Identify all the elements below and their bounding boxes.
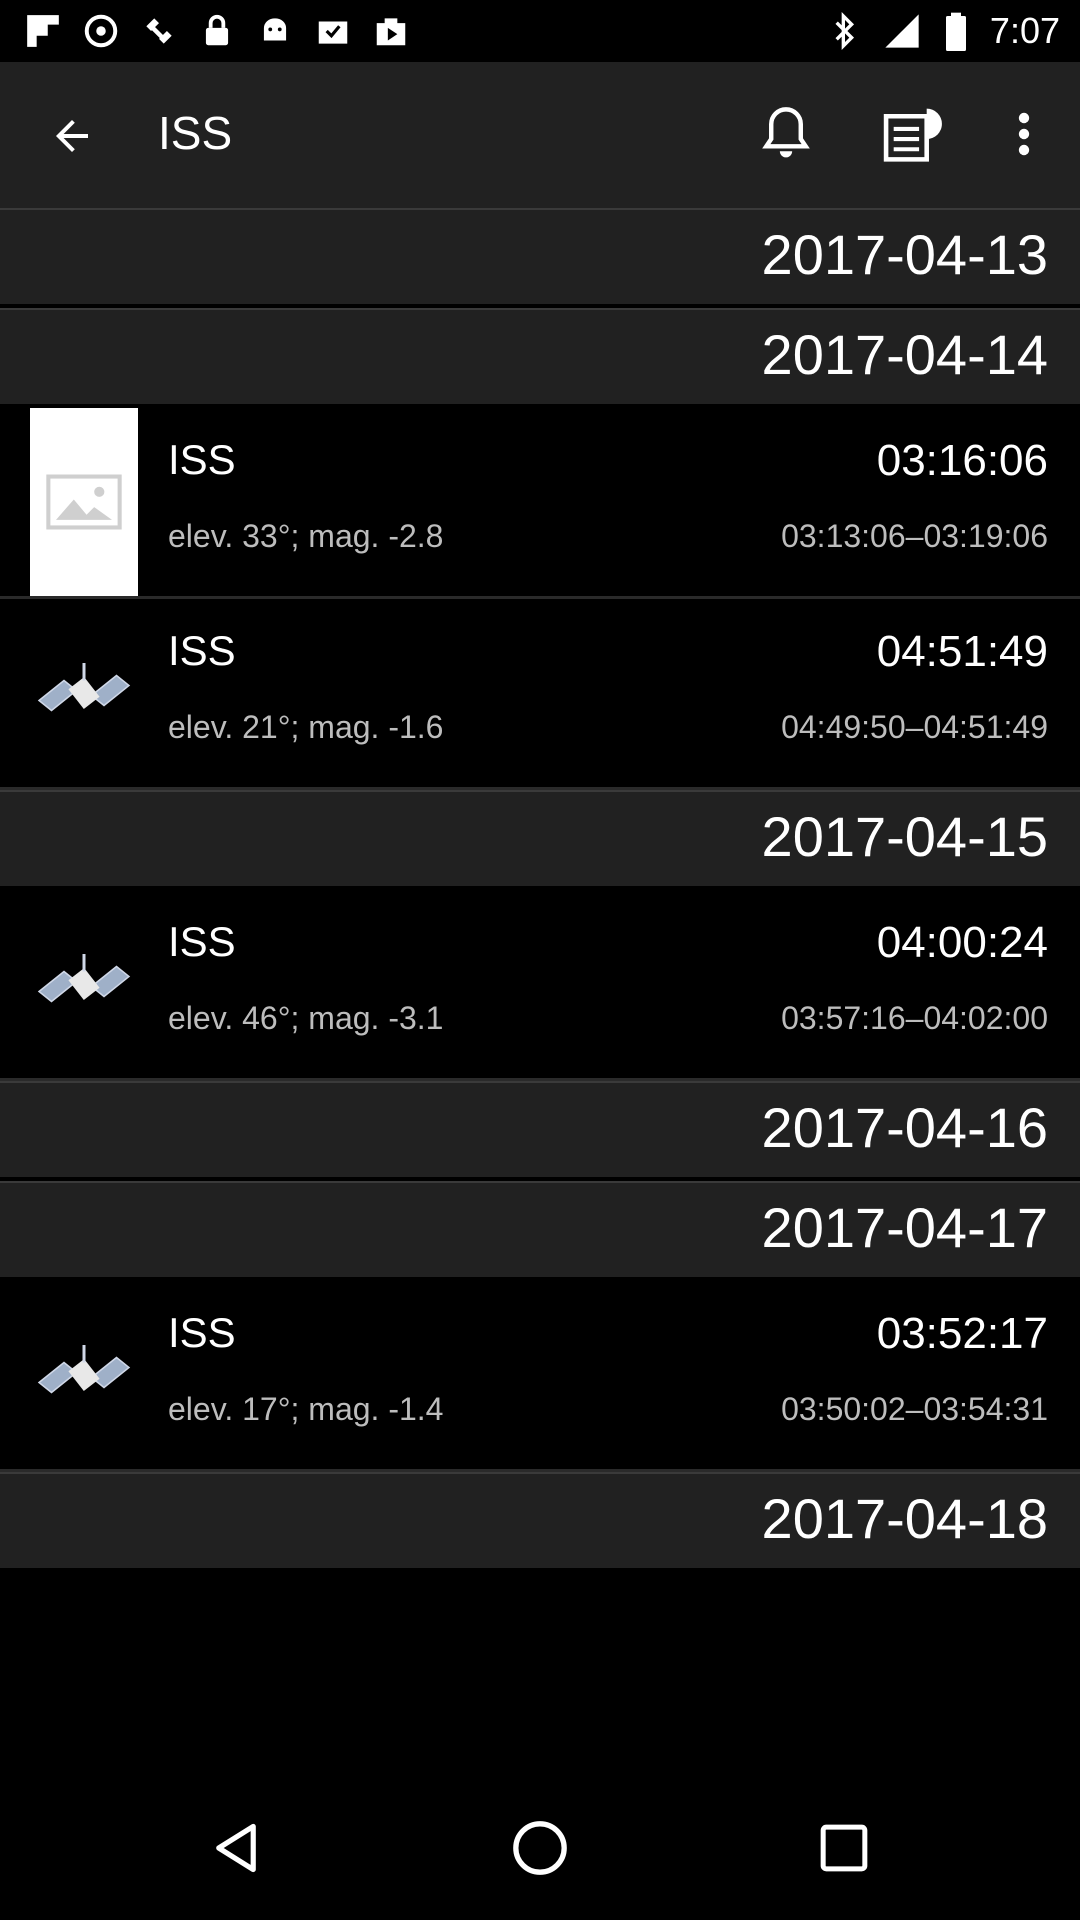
pass-range: 03:13:06–03:19:06	[781, 518, 1048, 554]
news-icon	[883, 108, 942, 162]
status-right: 7:07	[830, 0, 1060, 62]
sync-icon	[84, 14, 118, 48]
pass-thumbnail	[30, 599, 138, 787]
pass-time: 04:00:24	[876, 918, 1048, 967]
date-header: 2017-04-15	[0, 790, 1080, 890]
more-options-button[interactable]	[1000, 98, 1048, 170]
nav-back-button[interactable]	[196, 1808, 276, 1888]
notifications-button[interactable]	[750, 98, 822, 170]
pass-detail: elev. 46°; mag. -3.1	[168, 1000, 444, 1036]
play-store-icon	[376, 18, 406, 46]
pass-name: ISS	[168, 918, 236, 965]
pass-item[interactable]: ISS 03:16:06 elev. 33°; mag. -2.8 03:13:…	[0, 408, 1080, 599]
pass-detail: elev. 17°; mag. -1.4	[168, 1391, 444, 1427]
pass-range: 03:50:02–03:54:31	[781, 1391, 1048, 1427]
battery-icon	[945, 12, 966, 51]
satellite-icon	[37, 663, 131, 712]
pass-detail: elev. 21°; mag. -1.6	[168, 709, 444, 745]
pass-item[interactable]: ISS 04:51:49 elev. 21°; mag. -1.6 04:49:…	[0, 599, 1080, 790]
date-label: 2017-04-15	[761, 805, 1048, 868]
pass-name: ISS	[168, 627, 236, 674]
system-nav-bar	[0, 1776, 1080, 1920]
pass-thumbnail	[30, 1281, 138, 1469]
home-circle-icon	[513, 1821, 567, 1875]
date-label: 2017-04-13	[761, 223, 1048, 286]
app-bar: ISS	[0, 62, 1080, 208]
arrow-back-icon	[56, 120, 88, 152]
notification-icons	[24, 10, 410, 52]
pass-list: 2017-04-13 2017-04-14 ISS 03:16:06 elev.…	[0, 208, 1080, 1572]
signal-icon	[885, 14, 919, 48]
more-vert-icon	[1018, 112, 1030, 156]
date-label: 2017-04-16	[761, 1096, 1048, 1159]
status-time: 7:07	[989, 10, 1060, 51]
recents-square-icon	[820, 1824, 868, 1872]
bell-icon	[762, 107, 810, 158]
flipboard-icon	[27, 15, 59, 47]
pass-time: 03:16:06	[876, 436, 1048, 485]
pass-thumbnail	[30, 890, 138, 1078]
back-triangle-icon	[216, 1823, 256, 1873]
date-label: 2017-04-17	[761, 1196, 1048, 1259]
pass-range: 04:49:50–04:51:49	[781, 709, 1048, 745]
pass-item[interactable]: ISS 03:52:17 elev. 17°; mag. -1.4 03:50:…	[0, 1281, 1080, 1472]
android-icon	[263, 18, 287, 41]
nav-recents-button[interactable]	[804, 1808, 884, 1888]
pass-thumbnail	[30, 408, 138, 596]
status-bar: 7:07	[0, 0, 1080, 62]
bluetooth-icon	[835, 11, 854, 51]
date-header: 2017-04-16	[0, 1081, 1080, 1181]
satellite-icon	[146, 18, 172, 44]
lock-icon	[205, 14, 229, 46]
date-header: 2017-04-14	[0, 308, 1080, 408]
date-header: 2017-04-17	[0, 1181, 1080, 1281]
pass-time: 03:52:17	[876, 1309, 1048, 1358]
back-button[interactable]	[36, 100, 108, 172]
pass-name: ISS	[168, 1309, 236, 1356]
nav-home-button[interactable]	[500, 1808, 580, 1888]
pass-name: ISS	[168, 436, 236, 483]
image-placeholder-icon	[46, 474, 122, 530]
pass-item[interactable]: ISS 04:00:24 elev. 46°; mag. -3.1 03:57:…	[0, 890, 1080, 1081]
page-title: ISS	[158, 107, 233, 159]
pass-time: 04:51:49	[876, 627, 1048, 676]
satellite-icon	[37, 954, 131, 1003]
date-label: 2017-04-18	[761, 1487, 1048, 1550]
pass-range: 03:57:16–04:02:00	[781, 1000, 1048, 1036]
inbox-icon	[318, 21, 348, 44]
news-button[interactable]	[874, 98, 954, 170]
date-header: 2017-04-18	[0, 1472, 1080, 1572]
date-header: 2017-04-13	[0, 208, 1080, 308]
date-label: 2017-04-14	[761, 323, 1048, 386]
pass-detail: elev. 33°; mag. -2.8	[168, 518, 444, 554]
satellite-icon	[37, 1345, 131, 1394]
